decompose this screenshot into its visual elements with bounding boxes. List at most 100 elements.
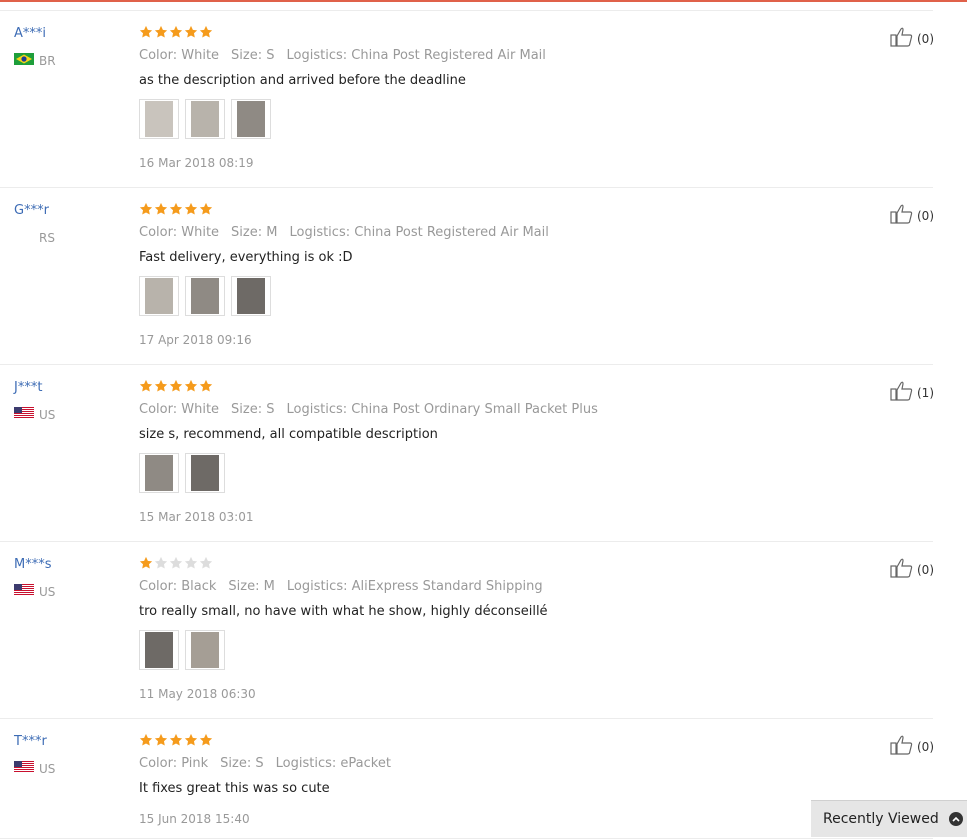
color-label: Color: [139, 225, 178, 240]
reviewer-country: BR [14, 53, 56, 68]
review-photo-thumbnail[interactable] [139, 453, 179, 493]
review-photo-thumbnail[interactable] [139, 276, 179, 316]
reviewer-name[interactable]: G***r [14, 203, 49, 218]
review-text: tro really small, no have with what he s… [139, 604, 548, 619]
review-photo-thumbnail[interactable] [185, 99, 225, 139]
review-photos [139, 99, 277, 139]
review-item: G***r RS Color: White Size: M Logistics: Chi… [0, 188, 934, 365]
thumbs-up-icon [890, 380, 917, 405]
star-rating [139, 202, 214, 216]
review-photo-thumbnail[interactable] [185, 276, 225, 316]
review-photo-thumbnail[interactable] [185, 453, 225, 493]
logistics-value: China Post Registered Air Mail [354, 225, 549, 240]
helpful-count: (0) [917, 562, 934, 577]
color-label: Color: [139, 756, 178, 771]
helpful-button[interactable]: (1) [890, 380, 934, 405]
size-label: Size: [228, 579, 260, 594]
logistics-label: Logistics: [289, 225, 351, 240]
brazil-flag-icon [14, 53, 39, 68]
color-label: Color: [139, 48, 178, 63]
size-label: Size: [231, 402, 263, 417]
us-flag-icon [14, 584, 39, 599]
color-value: Black [181, 579, 217, 594]
logistics-value: China Post Registered Air Mail [351, 48, 546, 63]
review-text: as the description and arrived before th… [139, 73, 466, 88]
review-date: 11 May 2018 06:30 [139, 687, 256, 701]
country-flag-icon [14, 230, 39, 245]
thumbs-up-icon [890, 26, 917, 51]
review-photos [139, 276, 277, 316]
review-list: A***i BR Color: White Size: S Logistics: Chi… [0, 11, 967, 839]
size-value: S [266, 48, 275, 63]
star-rating [139, 733, 214, 747]
size-value: M [263, 579, 275, 594]
order-attributes: Color: Pink Size: S Logistics: ePacket [139, 756, 403, 771]
size-value: M [266, 225, 278, 240]
thumbs-up-icon [890, 734, 917, 759]
review-date: 16 Mar 2018 08:19 [139, 156, 254, 170]
review-photo-thumbnail[interactable] [231, 99, 271, 139]
helpful-count: (1) [917, 385, 934, 400]
country-code: BR [39, 53, 56, 68]
color-value: White [181, 225, 220, 240]
review-date: 17 Apr 2018 09:16 [139, 333, 252, 347]
top-accent-rule [0, 0, 967, 2]
review-text: size s, recommend, all compatible descri… [139, 427, 438, 442]
review-date: 15 Jun 2018 15:40 [139, 812, 250, 826]
order-attributes: Color: White Size: S Logistics: China Post… [139, 402, 610, 417]
helpful-button[interactable]: (0) [890, 26, 934, 51]
helpful-count: (0) [917, 31, 934, 46]
color-value: White [181, 402, 220, 417]
review-item: A***i BR Color: White Size: S Logistics: Chi… [0, 11, 934, 188]
size-label: Size: [231, 48, 263, 63]
helpful-count: (0) [917, 739, 934, 754]
size-value: S [266, 402, 275, 417]
us-flag-icon [14, 407, 39, 422]
recently-viewed-button[interactable]: Recently Viewed [811, 800, 967, 837]
thumbs-up-icon [890, 203, 917, 228]
logistics-value: ePacket [340, 756, 391, 771]
helpful-button[interactable]: (0) [890, 734, 934, 759]
helpful-button[interactable]: (0) [890, 557, 934, 582]
size-value: S [255, 756, 264, 771]
reviewer-name[interactable]: J***t [14, 380, 42, 395]
review-photos [139, 453, 231, 493]
country-code: US [39, 584, 56, 599]
review-text: It fixes great this was so cute [139, 781, 330, 796]
review-photo-thumbnail[interactable] [139, 99, 179, 139]
review-photo-thumbnail[interactable] [231, 276, 271, 316]
review-photo-thumbnail[interactable] [139, 630, 179, 670]
color-value: White [181, 48, 220, 63]
review-item: J***t US Color: White Size: S Logistics: Chi… [0, 365, 934, 542]
logistics-label: Logistics: [286, 402, 348, 417]
color-value: Pink [181, 756, 209, 771]
reviewer-name[interactable]: M***s [14, 557, 52, 572]
review-photo-thumbnail[interactable] [185, 630, 225, 670]
order-attributes: Color: Black Size: M Logistics: AliExpress… [139, 579, 555, 594]
logistics-value: AliExpress Standard Shipping [351, 579, 543, 594]
reviewer-country: US [14, 407, 55, 422]
recently-viewed-label: Recently Viewed [823, 811, 939, 827]
thumbs-up-icon [890, 557, 917, 582]
star-rating [139, 556, 214, 570]
star-rating [139, 25, 214, 39]
reviewer-name[interactable]: T***r [14, 734, 47, 749]
reviewer-country: US [14, 761, 55, 776]
logistics-value: China Post Ordinary Small Packet Plus [351, 402, 598, 417]
color-label: Color: [139, 402, 178, 417]
review-date: 15 Mar 2018 03:01 [139, 510, 254, 524]
size-label: Size: [220, 756, 252, 771]
review-item: T***r US Color: Pink Size: S Logistics: ePac… [0, 719, 934, 839]
star-rating [139, 379, 214, 393]
helpful-button[interactable]: (0) [890, 203, 934, 228]
reviewer-country: US [14, 584, 55, 599]
country-code: RS [39, 230, 55, 245]
us-flag-icon [14, 761, 39, 776]
color-label: Color: [139, 579, 178, 594]
review-item: M***s US Color: Black Size: M Logistics: Ali… [0, 542, 934, 719]
order-attributes: Color: White Size: M Logistics: China Post… [139, 225, 561, 240]
logistics-label: Logistics: [286, 48, 348, 63]
order-attributes: Color: White Size: S Logistics: China Post… [139, 48, 558, 63]
review-photos [139, 630, 231, 670]
reviewer-name[interactable]: A***i [14, 26, 46, 41]
